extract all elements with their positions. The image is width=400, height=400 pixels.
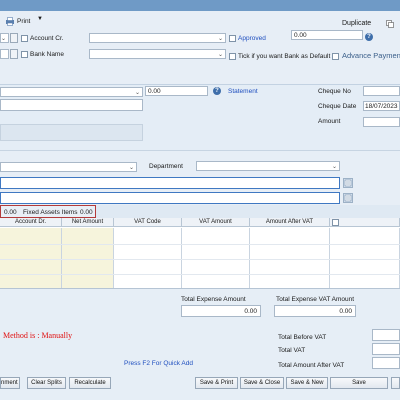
grid-header-account[interactable]: Account Dr. [0,218,62,227]
grid-row-line [0,244,400,245]
chevron-down-icon: ⌄ [0,36,6,42]
left-second-button[interactable] [10,49,18,59]
cheque-no-field[interactable] [363,86,400,96]
grid-row-line [0,274,400,275]
save-close-button[interactable]: Save & Close [240,377,284,389]
total-vat-label: Total VAT [278,347,306,354]
grid-row-line [0,259,400,260]
print-button[interactable]: Print ▼ [5,16,43,28]
header-panel [0,11,400,85]
chevron-down-icon: ⌄ [217,52,223,58]
fixed-assets-label: Fixed Assets Items [23,209,78,216]
total-expense-amount-value: 0.00 [244,308,257,315]
default-bank-checkbox[interactable] [229,53,236,60]
expense-grid[interactable] [0,218,400,289]
grid-header: Account Dr. Net Amount VAT Code VAT Amou… [0,218,400,227]
duplicate-button[interactable]: Duplicate [342,19,397,29]
left-second-field[interactable] [0,49,9,59]
quick-add-hint: Press F2 For Quick Add [124,360,193,367]
payee-combo[interactable]: ⌄ [0,87,143,97]
approved-checkbox[interactable] [229,35,236,42]
cheque-date-label: Cheque Date [318,103,357,110]
clear-splits-button[interactable]: Clear Splits [27,377,66,389]
cheque-date-field[interactable]: 18/07/2023 [363,101,400,111]
statement-link[interactable]: Statement [228,87,258,96]
amount-field[interactable] [363,117,400,127]
total-vat-field [372,343,400,355]
payee-amount-field[interactable]: 0.00 [145,86,208,96]
window-title-strip [0,0,400,11]
grid-header-check[interactable] [330,218,400,227]
chevron-down-icon: ⌄ [217,36,223,42]
chevron-down-icon: ⌄ [331,164,337,170]
left-top-button[interactable] [10,33,18,43]
summary-first-value: 0.00 [4,209,17,216]
header-amount-field[interactable]: 0.00 [291,30,363,40]
grid-header-vat-code[interactable]: VAT Code [114,218,182,227]
approved-label: Approved [238,35,266,42]
total-expense-vat-label: Total Expense VAT Amount [276,296,355,303]
department-combo[interactable]: ⌄ [196,161,340,171]
bank-name-combo[interactable]: ⌄ [89,49,226,59]
total-before-vat-field [372,329,400,341]
total-before-vat-label: Total Before VAT [278,334,327,341]
duplicate-label: Duplicate [342,20,372,27]
print-label: Print [17,18,31,25]
advance-payment-checkbox[interactable] [332,53,339,60]
fixed-assets-value: 0.00 [80,209,93,216]
print-dropdown-icon[interactable]: ▼ [37,16,43,22]
method-text: Method is : Manually [3,331,73,340]
amount-label: Amount [318,118,341,125]
cheque-no-label: Cheque No [318,88,351,95]
extra-button[interactable] [391,377,400,389]
default-bank-label: Tick if you want Bank as Default [238,53,331,60]
total-expense-vat-value: 0.00 [339,308,352,315]
header-amount-value: 0.00 [294,32,307,39]
advance-payment-label: Advance Payment [342,51,400,60]
narration-field[interactable] [0,177,340,189]
notes-field[interactable] [0,192,340,204]
grid-header-net-amount[interactable]: Net Amount [62,218,114,227]
total-expense-amount-label: Total Expense Amount [181,296,246,303]
cost-center-combo[interactable]: ⌄ [0,162,137,172]
bank-name-label: Bank Name [30,51,64,58]
recalculate-button[interactable]: Recalculate [69,377,111,389]
chevron-down-icon: ⌄ [134,90,140,96]
total-expense-amount-field: 0.00 [181,305,261,317]
notes-picker-icon[interactable] [343,193,353,203]
duplicate-icon [386,20,394,30]
total-after-vat-field [372,357,400,369]
cheque-date-value: 18/07/2023 [365,103,398,110]
fixed-assets-summary: 0.00 Fixed Assets Items 0.00 [0,205,96,218]
address-extra-field[interactable] [0,124,143,141]
account-cr-label: Account Cr. [30,35,64,42]
help-icon[interactable]: ? [213,87,221,95]
total-after-vat-label: Total Amount After VAT [278,362,345,369]
select-all-checkbox[interactable] [332,219,339,226]
save-new-button[interactable]: Save & New [286,377,328,389]
total-expense-vat-field: 0.00 [274,305,356,317]
address-field[interactable] [0,99,143,111]
grid-header-vat-amount[interactable]: VAT Amount [182,218,250,227]
narration-picker-icon[interactable] [343,178,353,188]
printer-icon [5,17,15,28]
save-print-button[interactable]: Save & Print [195,377,238,389]
chevron-down-icon: ⌄ [128,165,134,171]
bank-name-checkbox[interactable] [21,51,28,58]
left-top-combo[interactable]: ⌄ [0,33,9,43]
account-cr-combo[interactable]: ⌄ [89,33,226,43]
account-cr-checkbox[interactable] [21,35,28,42]
payee-amount-value: 0.00 [148,88,161,95]
grid-header-after-vat[interactable]: Amount After VAT [250,218,330,227]
help-icon[interactable]: ? [365,33,373,41]
attachment-button[interactable]: nment [0,377,20,389]
department-label: Department [149,163,183,170]
save-button[interactable]: Save [330,377,388,389]
